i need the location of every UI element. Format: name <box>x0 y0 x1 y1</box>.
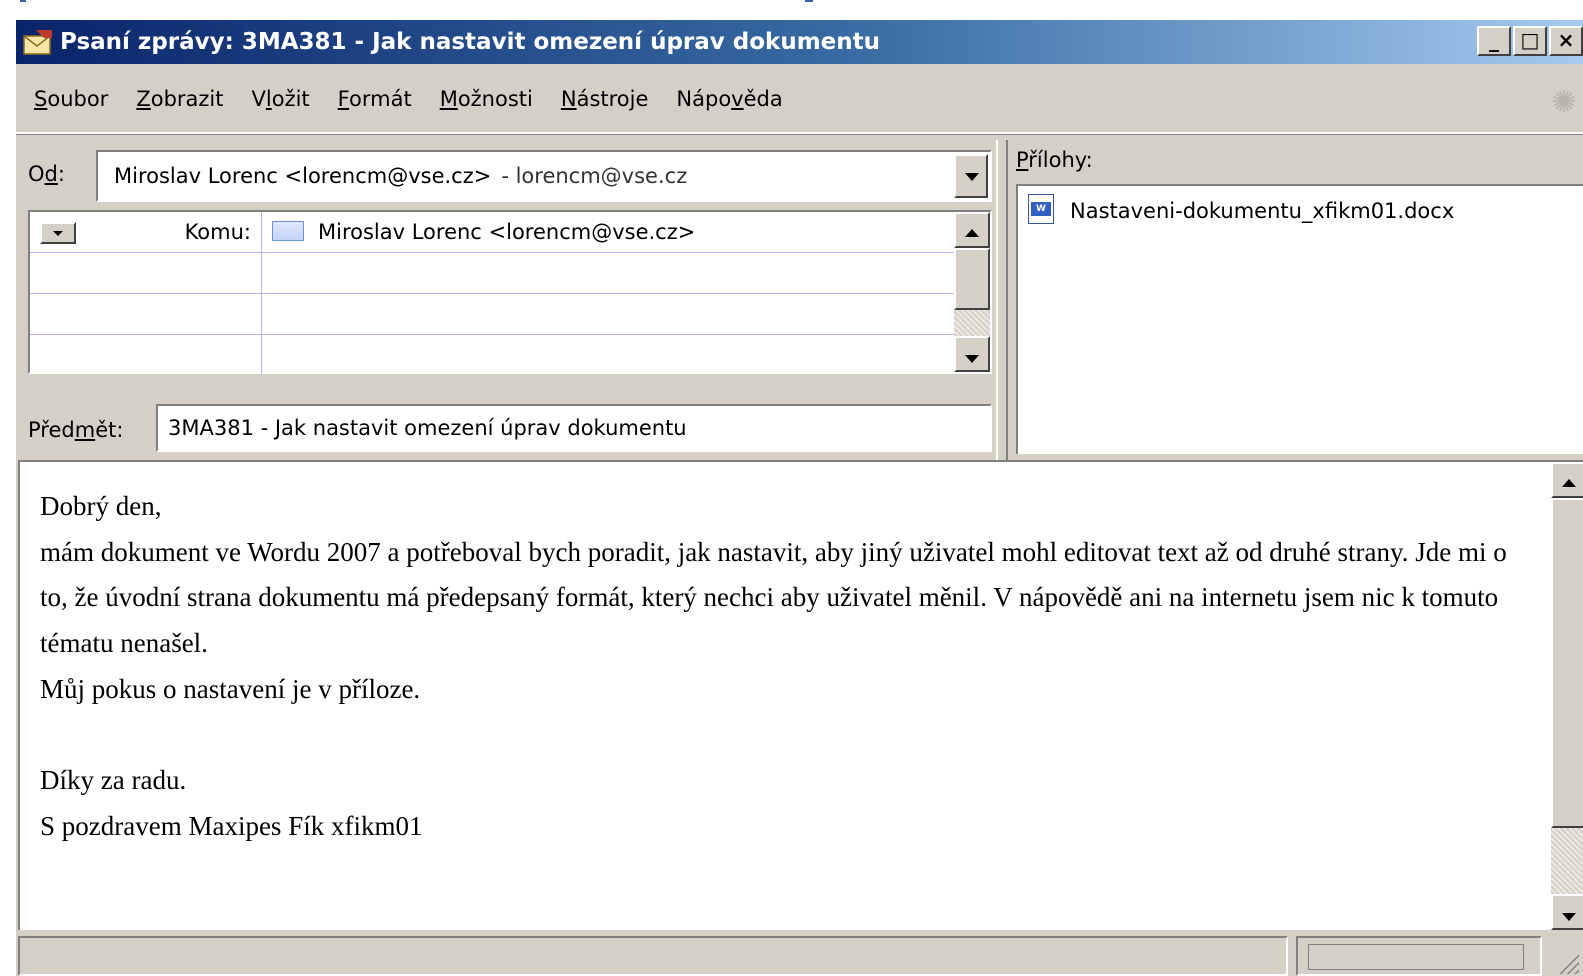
message-header: Od: Miroslav Lorenc <lorencm@vse.cz> - lo… <box>16 140 992 460</box>
recipient-row[interactable] <box>30 253 954 294</box>
menu-nastroje[interactable]: Nástroje <box>561 87 649 111</box>
menu-moznosti[interactable]: Možnosti <box>440 87 533 111</box>
chevron-up-icon <box>1562 479 1576 487</box>
close-button[interactable]: × <box>1549 26 1583 56</box>
progress-box <box>1308 944 1524 970</box>
chevron-up-icon <box>965 229 979 237</box>
spinner-icon: ✺ <box>1551 85 1577 120</box>
attachments-label: Přílohy: <box>1016 148 1093 172</box>
message-body[interactable]: Dobrý den, mám dokument ve Wordu 2007 a … <box>18 460 1583 930</box>
from-select[interactable]: Miroslav Lorenc <lorencm@vse.cz> - lorenc… <box>96 150 992 202</box>
background-fragment <box>20 0 26 2</box>
recipient-row[interactable] <box>30 335 954 376</box>
menu-napoveda[interactable]: Nápověda <box>676 87 782 111</box>
message-body-text[interactable]: Dobrý den, mám dokument ve Wordu 2007 a … <box>40 484 1520 850</box>
scroll-down-button[interactable] <box>1551 894 1583 930</box>
status-progress-pane <box>1296 936 1542 976</box>
chevron-down-icon <box>965 355 979 363</box>
menu-zobrazit[interactable]: Zobrazit <box>136 87 223 111</box>
scroll-up-button[interactable] <box>1551 462 1583 498</box>
chevron-down-icon <box>1562 913 1576 921</box>
recipient-row[interactable] <box>30 294 954 335</box>
subject-input[interactable]: 3MA381 - Jak nastavit omezení úprav doku… <box>156 404 992 452</box>
maximize-button[interactable]: □ <box>1513 26 1547 56</box>
from-value: Miroslav Lorenc <lorencm@vse.cz> <box>114 164 492 188</box>
compose-window: Psaní zprávy: 3MA381 - Jak nastavit omez… <box>14 18 1583 976</box>
resize-grip-icon[interactable] <box>1557 952 1579 974</box>
recipient-list: Komu: Miroslav Lorenc <lorencm@vse.cz> <box>28 210 992 376</box>
subject-label: Předmět: <box>28 418 124 442</box>
status-text-pane <box>18 936 1288 976</box>
recipient-type-label: Komu: <box>184 220 251 244</box>
attachment-name: Nastaveni-dokumentu_xfikm01.docx <box>1070 199 1455 223</box>
menu-soubor[interactable]: Soubor <box>34 87 108 111</box>
recipient-row[interactable]: Komu: Miroslav Lorenc <lorencm@vse.cz> <box>30 212 954 253</box>
menu-bar: Soubor Zobrazit Vložit Formát Možnosti N… <box>16 66 1583 134</box>
recipient-scrollbar[interactable] <box>954 212 990 372</box>
recipient-type-dropdown[interactable] <box>40 222 76 244</box>
from-dropdown-button[interactable] <box>954 154 988 198</box>
from-label: Od: <box>28 162 65 186</box>
scroll-down-button[interactable] <box>954 336 990 372</box>
window-title: Psaní zprávy: 3MA381 - Jak nastavit omez… <box>60 29 881 55</box>
contact-card-icon <box>272 221 304 241</box>
chevron-down-icon <box>965 173 979 181</box>
envelope-compose-icon <box>23 30 52 55</box>
word-document-icon: W <box>1028 194 1054 224</box>
header-splitter[interactable] <box>996 140 1008 460</box>
menu-vlozit[interactable]: Vložit <box>252 87 310 111</box>
background-strip <box>0 0 1583 18</box>
chevron-down-icon <box>53 231 63 236</box>
scroll-up-button[interactable] <box>954 212 990 248</box>
scroll-thumb[interactable] <box>954 248 990 310</box>
from-account: - lorencm@vse.cz <box>501 164 688 188</box>
background-fragment <box>805 0 813 2</box>
status-bar <box>16 934 1583 976</box>
menu-format[interactable]: Formát <box>338 87 412 111</box>
recipient-value[interactable]: Miroslav Lorenc <lorencm@vse.cz> <box>318 220 695 244</box>
scroll-thumb[interactable] <box>1551 498 1583 828</box>
attachment-item[interactable]: W Nastaveni-dokumentu_xfikm01.docx <box>1028 194 1455 227</box>
minimize-button[interactable]: _ <box>1477 26 1511 56</box>
attachments-panel: Přílohy: W Nastaveni-dokumentu_xfikm01.do… <box>1012 140 1583 460</box>
title-bar[interactable]: Psaní zprávy: 3MA381 - Jak nastavit omez… <box>16 20 1583 64</box>
attachments-list: W Nastaveni-dokumentu_xfikm01.docx <box>1016 184 1583 454</box>
body-scrollbar[interactable] <box>1551 462 1583 930</box>
